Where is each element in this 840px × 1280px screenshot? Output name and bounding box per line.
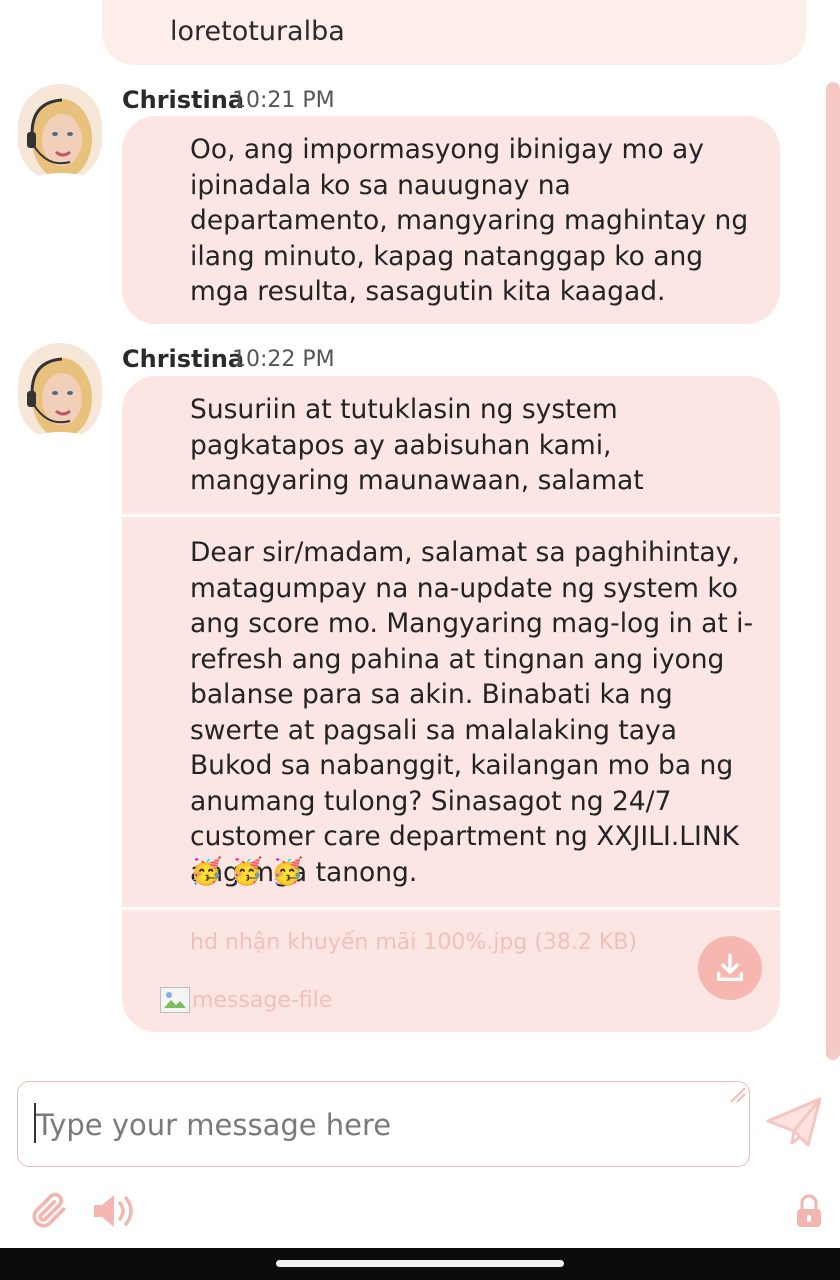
message-time: 10:22 PM	[232, 347, 335, 372]
broken-image-icon	[160, 987, 190, 1013]
previous-message-text: loretoturalba	[170, 16, 345, 47]
agent-avatar	[18, 343, 102, 441]
emoji-row: 🥳 🥳 🥳	[190, 857, 304, 887]
system-navigation-bar	[0, 1248, 840, 1280]
download-button[interactable]	[698, 936, 762, 1000]
sender-name: Christina	[122, 345, 245, 373]
attach-button[interactable]	[26, 1188, 72, 1234]
chat-messages: loretoturalba Christina 10:21 PM Oo, ang…	[0, 0, 840, 1060]
message-composer[interactable]	[17, 1081, 750, 1167]
home-gesture-handle[interactable]	[276, 1260, 564, 1267]
message-text: Dear sir/madam, salamat sa paghihintay, …	[190, 537, 754, 888]
message-time: 10:21 PM	[232, 88, 335, 113]
paperclip-icon	[32, 1192, 66, 1228]
message-text: Susuriin at tutuklasin ng system pagkata…	[190, 394, 644, 496]
text-caret	[34, 1103, 36, 1143]
sound-button[interactable]	[90, 1188, 138, 1234]
speaker-icon	[94, 1195, 133, 1227]
file-name[interactable]: hd nhận khuyến mãi 100%.jpg (38.2 KB)	[190, 930, 637, 955]
agent-avatar	[18, 84, 102, 182]
file-alt-text: message-file	[192, 987, 333, 1013]
send-icon	[766, 1097, 822, 1147]
send-button[interactable]	[764, 1094, 824, 1150]
message-file-image[interactable]: message-file	[160, 985, 332, 1015]
resize-handle-icon[interactable]	[727, 1084, 747, 1104]
download-icon	[716, 953, 744, 982]
lock-button[interactable]	[792, 1192, 826, 1230]
lock-icon	[797, 1194, 821, 1227]
message-bubble: Dear sir/madam, salamat sa paghihintay, …	[122, 517, 780, 907]
message-text: Oo, ang impormasyong ibinigay mo ay ipin…	[190, 134, 749, 307]
message-input[interactable]	[36, 1102, 726, 1148]
message-bubble: Oo, ang impormasyong ibinigay mo ay ipin…	[122, 116, 780, 324]
previous-message-bubble: loretoturalba	[102, 0, 806, 65]
message-bubble: Susuriin at tutuklasin ng system pagkata…	[122, 376, 780, 514]
scrollbar[interactable]	[826, 82, 840, 1060]
sender-name: Christina	[122, 86, 245, 114]
